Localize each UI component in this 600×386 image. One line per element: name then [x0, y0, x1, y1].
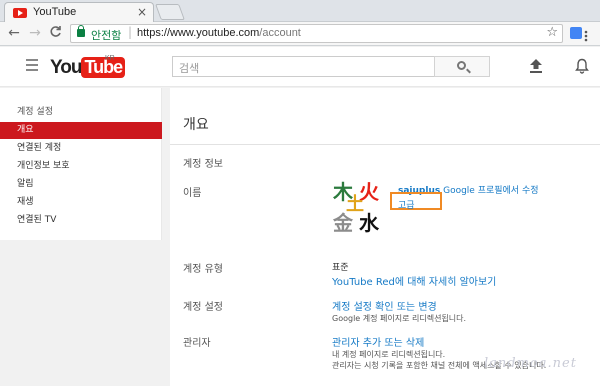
divider — [170, 144, 600, 145]
youtube-red-link[interactable]: YouTube Red에 대해 자세히 알아보기 — [332, 273, 496, 288]
bookmark-star-icon[interactable]: ☆ — [546, 25, 558, 40]
url-path: /account — [259, 27, 301, 39]
sidebar-item-overview[interactable]: 개요 — [0, 122, 162, 139]
search-placeholder: 검색 — [179, 62, 200, 75]
extension-icon[interactable] — [570, 27, 582, 39]
avatar-char-water: 水 — [359, 211, 379, 235]
sidebar-item-connected-accounts[interactable]: 연결된 계정 — [0, 140, 162, 157]
hamburger-menu-icon[interactable] — [26, 59, 38, 74]
manager-link[interactable]: 관리자 추가 또는 삭제 — [332, 334, 424, 349]
new-tab-button[interactable] — [155, 4, 185, 20]
sidebar-item-connected-tv[interactable]: 연결된 TV — [0, 212, 162, 229]
youtube-logo[interactable]: You Tube KR — [50, 55, 126, 79]
upload-icon[interactable] — [529, 58, 543, 78]
menu-icon[interactable] — [584, 27, 588, 42]
browser-tabstrip: YouTube × — [0, 0, 600, 22]
account-settings-label: 계정 설정 — [183, 302, 223, 313]
reload-svg — [49, 26, 61, 37]
tab-close-icon[interactable]: × — [137, 5, 147, 19]
address-bar[interactable]: 안전함 | https://www.youtube.com/account ☆ — [70, 24, 563, 43]
overview-panel: 개요 계정 정보 이름 木 火 土 金 水 sajuplus Google 프로… — [170, 88, 600, 386]
account-settings-link[interactable]: 계정 설정 확인 또는 변경 — [332, 298, 437, 313]
manager-label: 관리자 — [183, 338, 211, 349]
search-input[interactable]: 검색 — [172, 56, 434, 77]
account-settings-note: Google 계정 페이지로 리디렉션됩니다. — [332, 314, 467, 323]
name-label: 이름 — [183, 188, 202, 199]
tab-title: YouTube — [33, 6, 77, 18]
advanced-link[interactable]: 고급 — [398, 198, 415, 211]
sidebar-item-privacy[interactable]: 개인정보 보호 — [0, 158, 162, 175]
sidebar-item-notifications[interactable]: 알림 — [0, 176, 162, 193]
logo-tube-text: Tube — [81, 57, 126, 78]
upload-svg — [530, 59, 542, 73]
settings-sidebar: 계정 설정 개요 연결된 계정 개인정보 보호 알림 재생 연결된 TV — [0, 88, 162, 240]
avatar[interactable]: 木 火 土 金 水 — [333, 176, 388, 238]
url-text: https://www.youtube.com/account — [137, 27, 301, 39]
bell-svg — [575, 58, 589, 74]
sidebar-item-playback[interactable]: 재생 — [0, 194, 162, 211]
section-heading: 계정 정보 — [183, 159, 223, 170]
menu-dots-svg — [584, 30, 588, 42]
avatar-char-metal: 金 — [333, 211, 353, 235]
manager-note-1: 내 계정 페이지로 리디렉션됩니다. — [332, 350, 446, 359]
search-button[interactable] — [434, 56, 490, 77]
youtube-favicon-icon — [13, 8, 27, 18]
edit-in-google-link[interactable]: Google 프로필에서 수정 — [443, 186, 538, 196]
search-icon — [457, 61, 466, 70]
account-type-label: 계정 유형 — [183, 264, 223, 275]
account-type-value: 표준 — [332, 263, 349, 273]
page-title: 개요 — [183, 117, 209, 133]
youtube-header: You Tube KR 검색 — [0, 47, 600, 87]
lock-icon — [77, 25, 85, 37]
url-host: https://www.youtube.com — [137, 27, 260, 39]
logo-you-text: You — [50, 57, 83, 78]
sidebar-heading: 계정 설정 — [17, 107, 53, 117]
logo-region: KR — [105, 55, 115, 62]
forward-arrow-icon[interactable]: → — [27, 25, 43, 41]
browser-toolbar: ← → 안전함 | https://www.youtube.com/accoun… — [0, 22, 600, 46]
url-separator: | — [128, 25, 133, 39]
bell-icon[interactable] — [575, 58, 589, 78]
browser-tab[interactable]: YouTube × — [4, 2, 154, 22]
reload-icon[interactable] — [47, 25, 63, 42]
secure-label: 안전함 — [91, 29, 122, 42]
back-arrow-icon[interactable]: ← — [6, 25, 22, 41]
watermark: landmoa.net — [484, 356, 577, 371]
